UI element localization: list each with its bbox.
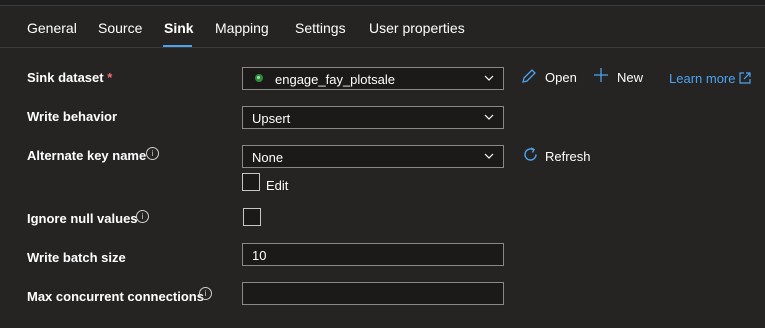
info-icon[interactable]: i (136, 210, 149, 223)
sink-dataset-label: Sink dataset * (27, 70, 113, 85)
required-asterisk: * (107, 70, 113, 85)
tab-source[interactable]: Source (98, 20, 142, 36)
write-behavior-dropdown[interactable]: Upsert (242, 106, 504, 129)
write-batch-size-input[interactable]: 10 (242, 243, 504, 266)
edit-checkbox-label: Edit (266, 178, 289, 193)
alternate-key-label: Alternate key name (27, 148, 147, 163)
ignore-null-label: Ignore null values (27, 211, 138, 226)
refresh-icon (524, 147, 537, 161)
sink-dataset-dropdown[interactable]: engage_fay_plotsale (242, 67, 504, 90)
write-batch-size-label: Write batch size (27, 250, 126, 265)
active-tab-indicator (163, 45, 192, 47)
write-batch-size-value: 10 (252, 248, 267, 263)
tab-sink[interactable]: Sink (164, 20, 194, 36)
tab-settings[interactable]: Settings (295, 20, 346, 36)
dataset-icon (255, 74, 263, 82)
alternate-key-value: None (252, 150, 284, 165)
top-border (0, 0, 765, 6)
plus-icon (594, 68, 608, 82)
ignore-null-checkbox[interactable] (243, 208, 261, 226)
tab-bar: General Source Sink Mapping Settings Use… (0, 17, 765, 48)
pencil-icon (522, 69, 536, 83)
learn-more-link[interactable]: Learn more (669, 71, 751, 86)
chevron-down-icon (484, 153, 494, 159)
tab-general[interactable]: General (27, 20, 77, 36)
alternate-key-dropdown[interactable]: None (242, 145, 504, 168)
tab-mapping[interactable]: Mapping (215, 20, 269, 36)
tab-user-properties[interactable]: User properties (369, 20, 465, 36)
write-behavior-label: Write behavior (27, 109, 118, 124)
info-icon[interactable]: i (199, 287, 212, 300)
edit-checkbox[interactable] (242, 173, 260, 191)
chevron-down-icon (484, 114, 494, 120)
sink-dataset-value: engage_fay_plotsale (275, 72, 395, 87)
chevron-down-icon (484, 75, 494, 81)
max-concurrent-label: Max concurrent connections (27, 289, 204, 304)
max-concurrent-input[interactable] (242, 282, 504, 305)
write-behavior-value: Upsert (252, 111, 291, 126)
external-link-icon (739, 72, 751, 84)
info-icon[interactable]: i (146, 147, 159, 160)
